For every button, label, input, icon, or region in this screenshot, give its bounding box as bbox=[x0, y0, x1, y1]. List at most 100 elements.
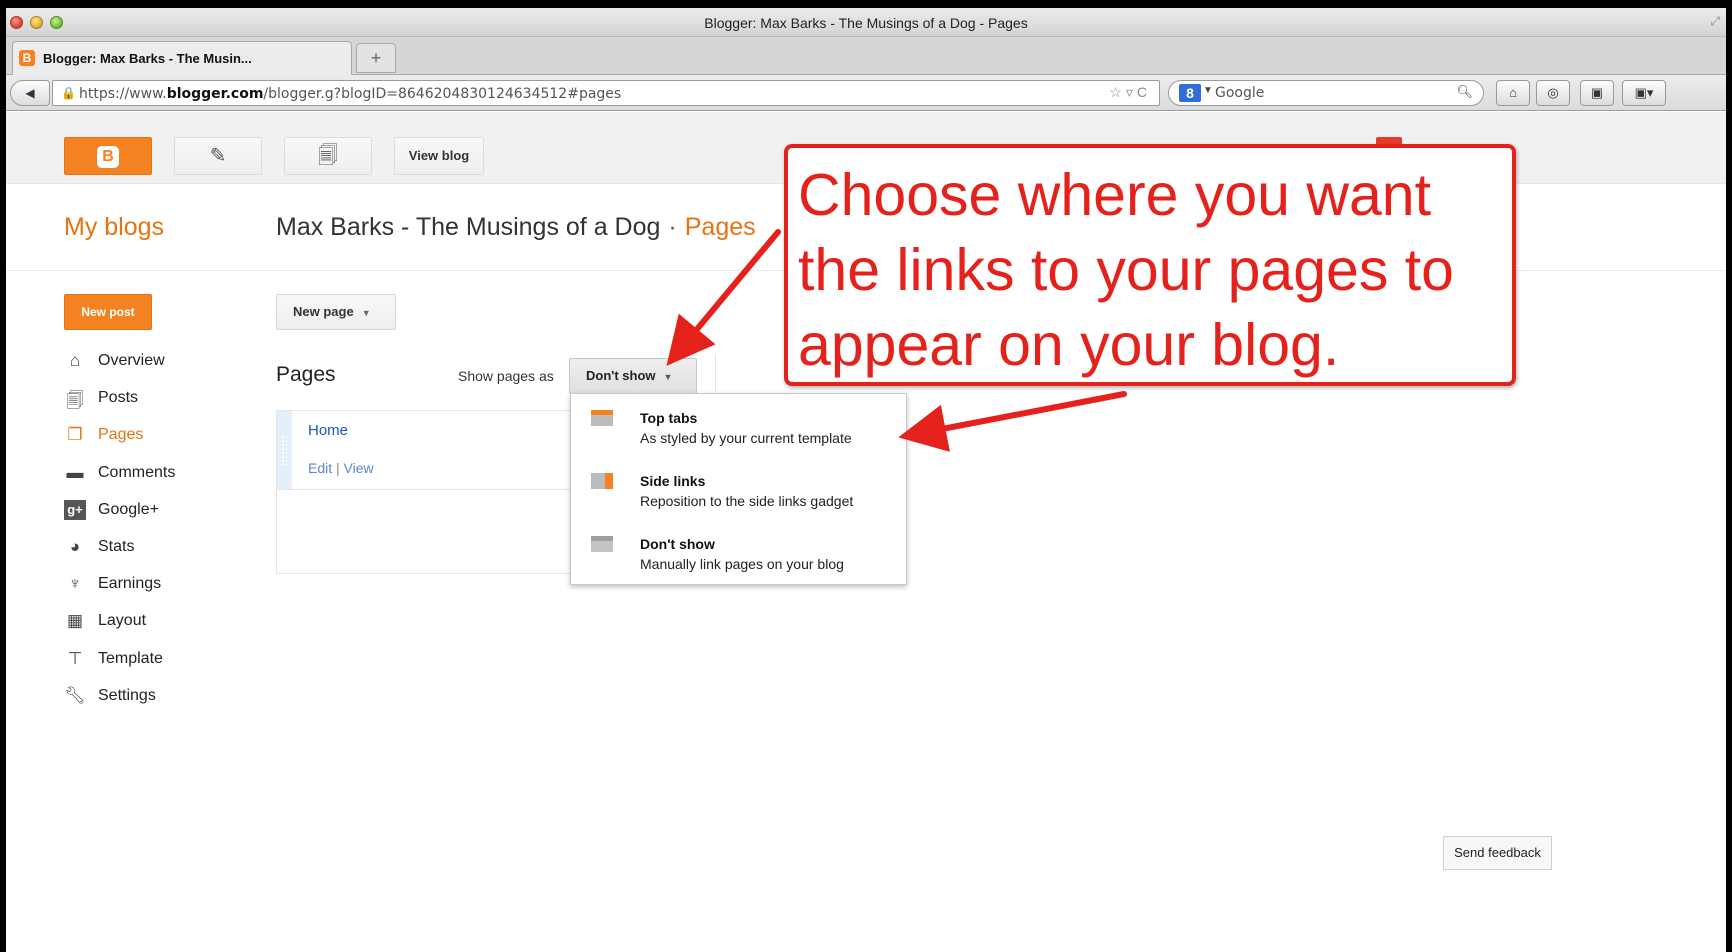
search-placeholder: Google bbox=[1215, 85, 1265, 101]
browser-tab-active[interactable]: B Blogger: Max Barks - The Musin... bbox=[12, 41, 352, 75]
view-link[interactable]: View bbox=[344, 460, 374, 476]
sidebar-item-overview[interactable]: ⌂ Overview bbox=[64, 349, 244, 386]
fullscreen-icon[interactable]: ⤢ bbox=[1710, 14, 1720, 29]
page-title: Pages bbox=[276, 363, 336, 386]
chevron-down-icon: ▼ bbox=[361, 308, 371, 318]
posts-icon: 🗐 bbox=[66, 391, 84, 411]
sidebar-item-comments[interactable]: ▬ Comments bbox=[64, 461, 244, 498]
sidebar-item-label: Stats bbox=[98, 537, 135, 555]
top-tabs-layout-icon bbox=[591, 410, 613, 426]
url-bar-actions: ☆▿C bbox=[1109, 84, 1151, 101]
comments-icon: ▬ bbox=[66, 462, 84, 482]
home-button[interactable]: ⌂ bbox=[1496, 80, 1530, 106]
show-pages-label: Show pages as bbox=[458, 368, 554, 384]
menu-item-title: Side links bbox=[640, 473, 706, 489]
sidebar-item-label: Template bbox=[98, 649, 163, 667]
extension-button[interactable]: ▣ bbox=[1580, 80, 1614, 106]
sidebar-item-label: Pages bbox=[98, 426, 144, 444]
annotation-text: Choose where you want the links to your … bbox=[798, 162, 1454, 378]
sidebar-item-stats[interactable]: ◕ Stats bbox=[64, 535, 244, 572]
url-text[interactable]: https://www.blogger.com/blogger.g?blogID… bbox=[79, 86, 621, 102]
annotation-callout: Choose where you want the links to your … bbox=[784, 144, 1516, 386]
show-pages-dropdown[interactable]: Don't show ▼ bbox=[569, 358, 697, 394]
sidebar-item-google-plus[interactable]: g+ Google+ bbox=[64, 498, 244, 535]
drag-handle-icon[interactable] bbox=[281, 435, 287, 465]
history-dropdown-icon[interactable]: ▿ bbox=[1126, 84, 1137, 100]
list-item[interactable]: Home Edit | View bbox=[277, 411, 576, 490]
tab-bar: B Blogger: Max Barks - The Musin... + bbox=[6, 37, 1726, 75]
menu-item-side-links[interactable]: Side links Reposition to the side links … bbox=[571, 459, 906, 519]
new-tab-button[interactable]: + bbox=[356, 43, 396, 73]
pencil-icon: ✎ bbox=[209, 145, 227, 167]
menu-item-top-tabs[interactable]: Top tabs As styled by your current templ… bbox=[571, 396, 906, 456]
sidebar-item-posts[interactable]: 🗐 Posts bbox=[64, 386, 244, 423]
sidebar-item-label: Earnings bbox=[98, 575, 162, 593]
page-list: Home Edit | View bbox=[276, 410, 576, 574]
actions-separator: | bbox=[336, 460, 340, 476]
new-page-button[interactable]: New page ▼ bbox=[276, 294, 396, 330]
sidebar-item-label: Google+ bbox=[98, 500, 159, 518]
wrench-icon: 🔧︎ bbox=[64, 685, 86, 705]
google-plus-icon: g+ bbox=[64, 499, 86, 520]
section-title: Pages bbox=[684, 213, 756, 241]
sync-button[interactable]: ◎ bbox=[1536, 80, 1570, 106]
blogger-home-button[interactable]: B bbox=[64, 137, 152, 175]
url-bar[interactable]: 🔒 https://www.blogger.com/blogger.g?blog… bbox=[52, 80, 1160, 106]
menu-item-title: Top tabs bbox=[640, 410, 698, 426]
arrow-to-menu bbox=[898, 391, 1127, 452]
menu-item-dont-show[interactable]: Don't show Manually link pages on your b… bbox=[571, 522, 906, 582]
edit-link[interactable]: Edit bbox=[308, 460, 332, 476]
sidebar-item-template[interactable]: ⊤ Template bbox=[64, 647, 244, 684]
search-bar[interactable]: 8 ▼ Google 🔍︎ bbox=[1168, 80, 1484, 106]
send-feedback-button[interactable]: Send feedback bbox=[1443, 836, 1552, 870]
blogger-favicon-icon: B bbox=[19, 50, 35, 66]
stats-icon: ◕ bbox=[69, 536, 81, 556]
menu-item-desc: As styled by your current template bbox=[640, 430, 852, 446]
chevron-down-icon: ▼ bbox=[663, 372, 673, 382]
new-page-label: New page bbox=[293, 304, 354, 319]
sidebar-item-label: Posts bbox=[98, 389, 139, 407]
reload-icon[interactable]: C bbox=[1137, 84, 1151, 100]
blog-title[interactable]: Max Barks - The Musings of a Dog bbox=[276, 213, 660, 241]
side-links-layout-icon bbox=[591, 473, 613, 489]
show-pages-menu: Top tabs As styled by your current templ… bbox=[570, 393, 907, 585]
paint-roller-icon: ⊤ bbox=[67, 648, 83, 668]
sidebar-item-layout[interactable]: ▦ Layout bbox=[64, 609, 244, 646]
new-post-pencil-button[interactable]: ✎ bbox=[174, 137, 262, 175]
sidebar-item-earnings[interactable]: ♆ Earnings bbox=[64, 572, 244, 609]
url-domain: blogger.com bbox=[166, 86, 264, 102]
page-actions: Edit | View bbox=[308, 460, 374, 476]
back-button[interactable]: ◀ bbox=[10, 80, 50, 106]
navigation-bar: ◀ 🔒 https://www.blogger.com/blogger.g?bl… bbox=[6, 75, 1726, 111]
breadcrumb-separator: · bbox=[668, 213, 677, 241]
search-icon[interactable]: 🔍︎ bbox=[1456, 84, 1473, 100]
screenshot-menu-button[interactable]: ▣▾ bbox=[1622, 80, 1666, 106]
sidebar-item-label: Settings bbox=[98, 686, 156, 704]
view-blog-button[interactable]: View blog bbox=[394, 137, 484, 175]
sidebar-item-settings[interactable]: 🔧︎ Settings bbox=[64, 684, 244, 721]
new-post-button[interactable]: New post bbox=[64, 294, 152, 330]
url-prefix: https://www. bbox=[79, 86, 167, 102]
search-engine-dropdown-icon[interactable]: ▼ bbox=[1203, 85, 1213, 96]
home-icon: ⌂ bbox=[69, 351, 81, 370]
google-search-engine-icon[interactable]: 8 bbox=[1179, 84, 1201, 102]
page-name-link[interactable]: Home bbox=[308, 422, 348, 439]
window-title: Blogger: Max Barks - The Musings of a Do… bbox=[704, 15, 1028, 31]
document-icon: 🗐 bbox=[318, 145, 338, 167]
menu-item-title: Don't show bbox=[640, 536, 715, 552]
blogger-logo-icon: B bbox=[97, 146, 119, 168]
title-bar: Blogger: Max Barks - The Musings of a Do… bbox=[6, 8, 1726, 37]
my-blogs-link[interactable]: My blogs bbox=[64, 213, 164, 242]
breadcrumb: Max Barks - The Musings of a Dog · Pages bbox=[276, 213, 756, 242]
tab-title: Blogger: Max Barks - The Musin... bbox=[43, 51, 252, 66]
dont-show-layout-icon bbox=[591, 536, 613, 552]
sidebar-nav: ⌂ Overview 🗐 Posts ❐ Pages ▬ Comments g+… bbox=[64, 349, 244, 721]
browser-window: Blogger: Max Barks - The Musings of a Do… bbox=[6, 8, 1726, 952]
bookmark-star-icon[interactable]: ☆ bbox=[1109, 84, 1126, 100]
sidebar-item-label: Layout bbox=[98, 612, 147, 630]
sidebar-item-pages[interactable]: ❐ Pages bbox=[64, 423, 244, 460]
posts-list-button[interactable]: 🗐 bbox=[284, 137, 372, 175]
trophy-icon: ♆ bbox=[68, 574, 82, 594]
pages-icon: ❐ bbox=[67, 425, 83, 445]
menu-item-desc: Manually link pages on your blog bbox=[640, 556, 844, 572]
